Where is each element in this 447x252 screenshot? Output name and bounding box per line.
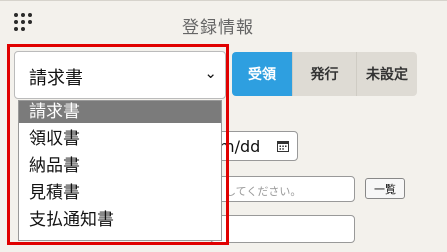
calendar-icon[interactable] xyxy=(277,140,289,152)
document-type-options: 請求書 領収書 納品書 見積書 支払通知書 xyxy=(18,100,222,241)
segment-received[interactable]: 受領 xyxy=(232,52,293,96)
list-button[interactable]: 一覧 xyxy=(365,178,405,199)
option-delivery-note[interactable]: 納品書 xyxy=(19,155,221,177)
secondary-input[interactable] xyxy=(210,215,355,243)
date-field-text: m/dd xyxy=(219,137,261,156)
drag-dots-icon[interactable] xyxy=(14,13,36,35)
select-value: 請求書 xyxy=(29,68,83,89)
document-type-select[interactable]: 請求書 ⌄ xyxy=(14,51,226,99)
option-payment-notice[interactable]: 支払通知書 xyxy=(19,209,221,231)
option-invoice[interactable]: 請求書 xyxy=(19,101,221,123)
search-input-placeholder: してください。 xyxy=(225,185,302,198)
search-input[interactable]: してください。 xyxy=(210,176,355,202)
option-receipt[interactable]: 領収書 xyxy=(19,128,221,150)
segment-unset[interactable]: 未設定 xyxy=(357,52,417,96)
segment-issued[interactable]: 発行 xyxy=(293,52,357,96)
panel-title: 登録情報 xyxy=(182,18,254,38)
date-field[interactable]: m/dd xyxy=(210,131,298,161)
chevron-down-icon: ⌄ xyxy=(204,64,217,82)
option-quotation[interactable]: 見積書 xyxy=(19,182,221,204)
status-segmented-control: 受領 発行 未設定 xyxy=(232,52,417,96)
registration-panel: 登録情報 請求書 ⌄ 受領 発行 未設定 m/dd してください。 一覧 請求書… xyxy=(0,0,447,252)
